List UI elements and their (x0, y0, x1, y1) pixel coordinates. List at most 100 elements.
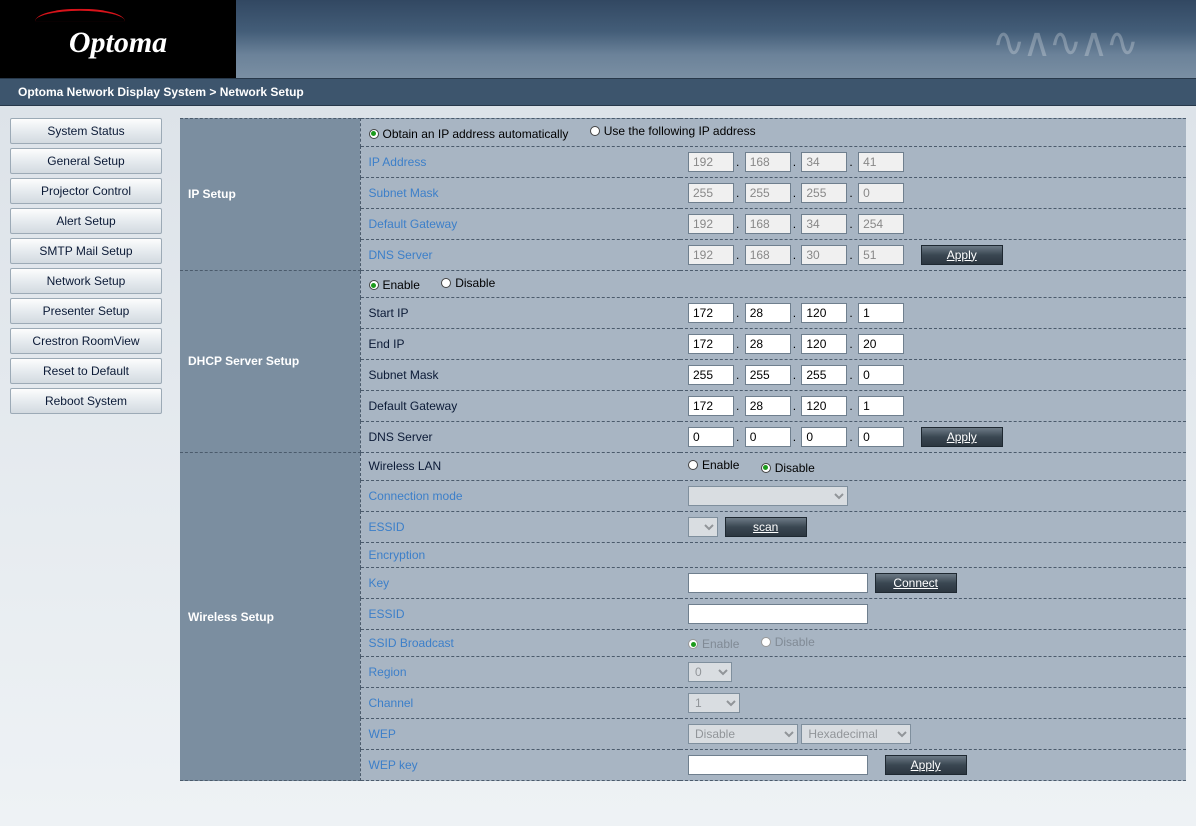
content: IP Setup Obtain an IP address automatica… (180, 118, 1186, 814)
ddns-a[interactable] (688, 427, 734, 447)
dsn-b[interactable] (745, 365, 791, 385)
startip-c[interactable] (801, 303, 847, 323)
sidebar-item-network-setup[interactable]: Network Setup (10, 268, 162, 294)
dns-c[interactable] (801, 245, 847, 265)
ddns-c[interactable] (801, 427, 847, 447)
ip-a[interactable] (688, 152, 734, 172)
sidebar-item-presenter-setup[interactable]: Presenter Setup (10, 298, 162, 324)
dhcp-gateway-label: Default Gateway (360, 391, 680, 422)
ip-d[interactable] (858, 152, 904, 172)
dsn-a[interactable] (688, 365, 734, 385)
dns-b[interactable] (745, 245, 791, 265)
radio-wlan-enable[interactable]: Enable (688, 458, 739, 472)
ip-b[interactable] (745, 152, 791, 172)
essid-input[interactable] (688, 604, 868, 624)
channel-select[interactable]: 1 (688, 693, 740, 713)
ip-c[interactable] (801, 152, 847, 172)
wlan-label: Wireless LAN (360, 453, 680, 481)
logo: Optoma (0, 0, 236, 78)
essid-label: ESSID (360, 511, 680, 542)
radio-ssid-enable: Enable (688, 637, 739, 651)
startip-b[interactable] (745, 303, 791, 323)
radio-dhcp-disable[interactable]: Disable (441, 276, 495, 290)
connect-button[interactable]: Connect (875, 573, 957, 593)
wep-format-select[interactable]: Hexadecimal (801, 724, 911, 744)
ip-apply-button[interactable]: Apply (921, 245, 1003, 265)
radio-off-icon (688, 460, 698, 470)
dgw-b[interactable] (745, 396, 791, 416)
ddns-b[interactable] (745, 427, 791, 447)
sn-d[interactable] (858, 183, 904, 203)
key-input[interactable] (688, 573, 868, 593)
wireless-apply-button[interactable]: Apply (885, 755, 967, 775)
subnet-label: Subnet Mask (360, 177, 680, 208)
sn-a[interactable] (688, 183, 734, 203)
wep-key-input[interactable] (688, 755, 868, 775)
dgw-a[interactable] (688, 396, 734, 416)
ip-address-value: . . . (680, 146, 1186, 177)
logo-swoosh-icon (35, 9, 125, 22)
sidebar-item-system-status[interactable]: System Status (10, 118, 162, 144)
dns-a[interactable] (688, 245, 734, 265)
gw-b[interactable] (745, 214, 791, 234)
dgw-c[interactable] (801, 396, 847, 416)
sidebar-item-reset-default[interactable]: Reset to Default (10, 358, 162, 384)
sidebar-item-reboot-system[interactable]: Reboot System (10, 388, 162, 414)
gateway-label: Default Gateway (360, 208, 680, 239)
section-dhcp: DHCP Server Setup (180, 270, 360, 453)
pulse-icon: ∿∧∿∧∿ (992, 20, 1136, 66)
radio-icon (761, 637, 771, 647)
channel-label: Channel (360, 688, 680, 719)
endip-d[interactable] (858, 334, 904, 354)
sn-b[interactable] (745, 183, 791, 203)
essid-select[interactable] (688, 517, 718, 537)
dsn-c[interactable] (801, 365, 847, 385)
radio-icon (688, 639, 698, 649)
gw-c[interactable] (801, 214, 847, 234)
ip-mode-row: Obtain an IP address automatically Use t… (360, 119, 1186, 147)
endip-b[interactable] (745, 334, 791, 354)
endip-c[interactable] (801, 334, 847, 354)
header-art: ∿∧∿∧∿ (236, 0, 1196, 78)
dgw-d[interactable] (858, 396, 904, 416)
scan-button[interactable]: scan (725, 517, 807, 537)
wep-label: WEP (360, 719, 680, 750)
sidebar: System Status General Setup Projector Co… (10, 118, 162, 814)
region-select[interactable]: 0 (688, 662, 732, 682)
radio-wlan-disable[interactable]: Disable (761, 461, 815, 475)
sidebar-item-projector-control[interactable]: Projector Control (10, 178, 162, 204)
dsn-d[interactable] (858, 365, 904, 385)
sidebar-item-general-setup[interactable]: General Setup (10, 148, 162, 174)
sidebar-item-smtp-mail-setup[interactable]: SMTP Mail Setup (10, 238, 162, 264)
logo-text: Optoma (69, 26, 167, 60)
conn-mode-label: Connection mode (360, 480, 680, 511)
wep-key-label: WEP key (360, 750, 680, 781)
endip-a[interactable] (688, 334, 734, 354)
section-ip-setup: IP Setup (180, 119, 360, 271)
start-ip-label: Start IP (360, 298, 680, 329)
radio-auto-ip-label: Obtain an IP address automatically (383, 127, 569, 141)
radio-on-icon (369, 129, 379, 139)
startip-d[interactable] (858, 303, 904, 323)
gw-a[interactable] (688, 214, 734, 234)
wep-mode-select[interactable]: Disable (688, 724, 798, 744)
sn-c[interactable] (801, 183, 847, 203)
conn-mode-select[interactable] (688, 486, 848, 506)
dns-d[interactable] (858, 245, 904, 265)
gw-d[interactable] (858, 214, 904, 234)
radio-auto-ip[interactable]: Obtain an IP address automatically (369, 127, 569, 141)
startip-a[interactable] (688, 303, 734, 323)
sidebar-item-alert-setup[interactable]: Alert Setup (10, 208, 162, 234)
radio-manual-ip[interactable]: Use the following IP address (590, 124, 756, 138)
sidebar-item-crestron-roomview[interactable]: Crestron RoomView (10, 328, 162, 354)
end-ip-label: End IP (360, 329, 680, 360)
ddns-d[interactable] (858, 427, 904, 447)
radio-off-icon (441, 278, 451, 288)
ssid-broadcast-label: SSID Broadcast (360, 629, 680, 657)
encryption-label: Encryption (360, 542, 680, 567)
radio-ssid-disable: Disable (761, 635, 815, 649)
radio-on-icon (761, 463, 771, 473)
breadcrumb: Optoma Network Display System > Network … (0, 78, 1196, 106)
radio-dhcp-enable[interactable]: Enable (369, 278, 420, 292)
dhcp-apply-button[interactable]: Apply (921, 427, 1003, 447)
